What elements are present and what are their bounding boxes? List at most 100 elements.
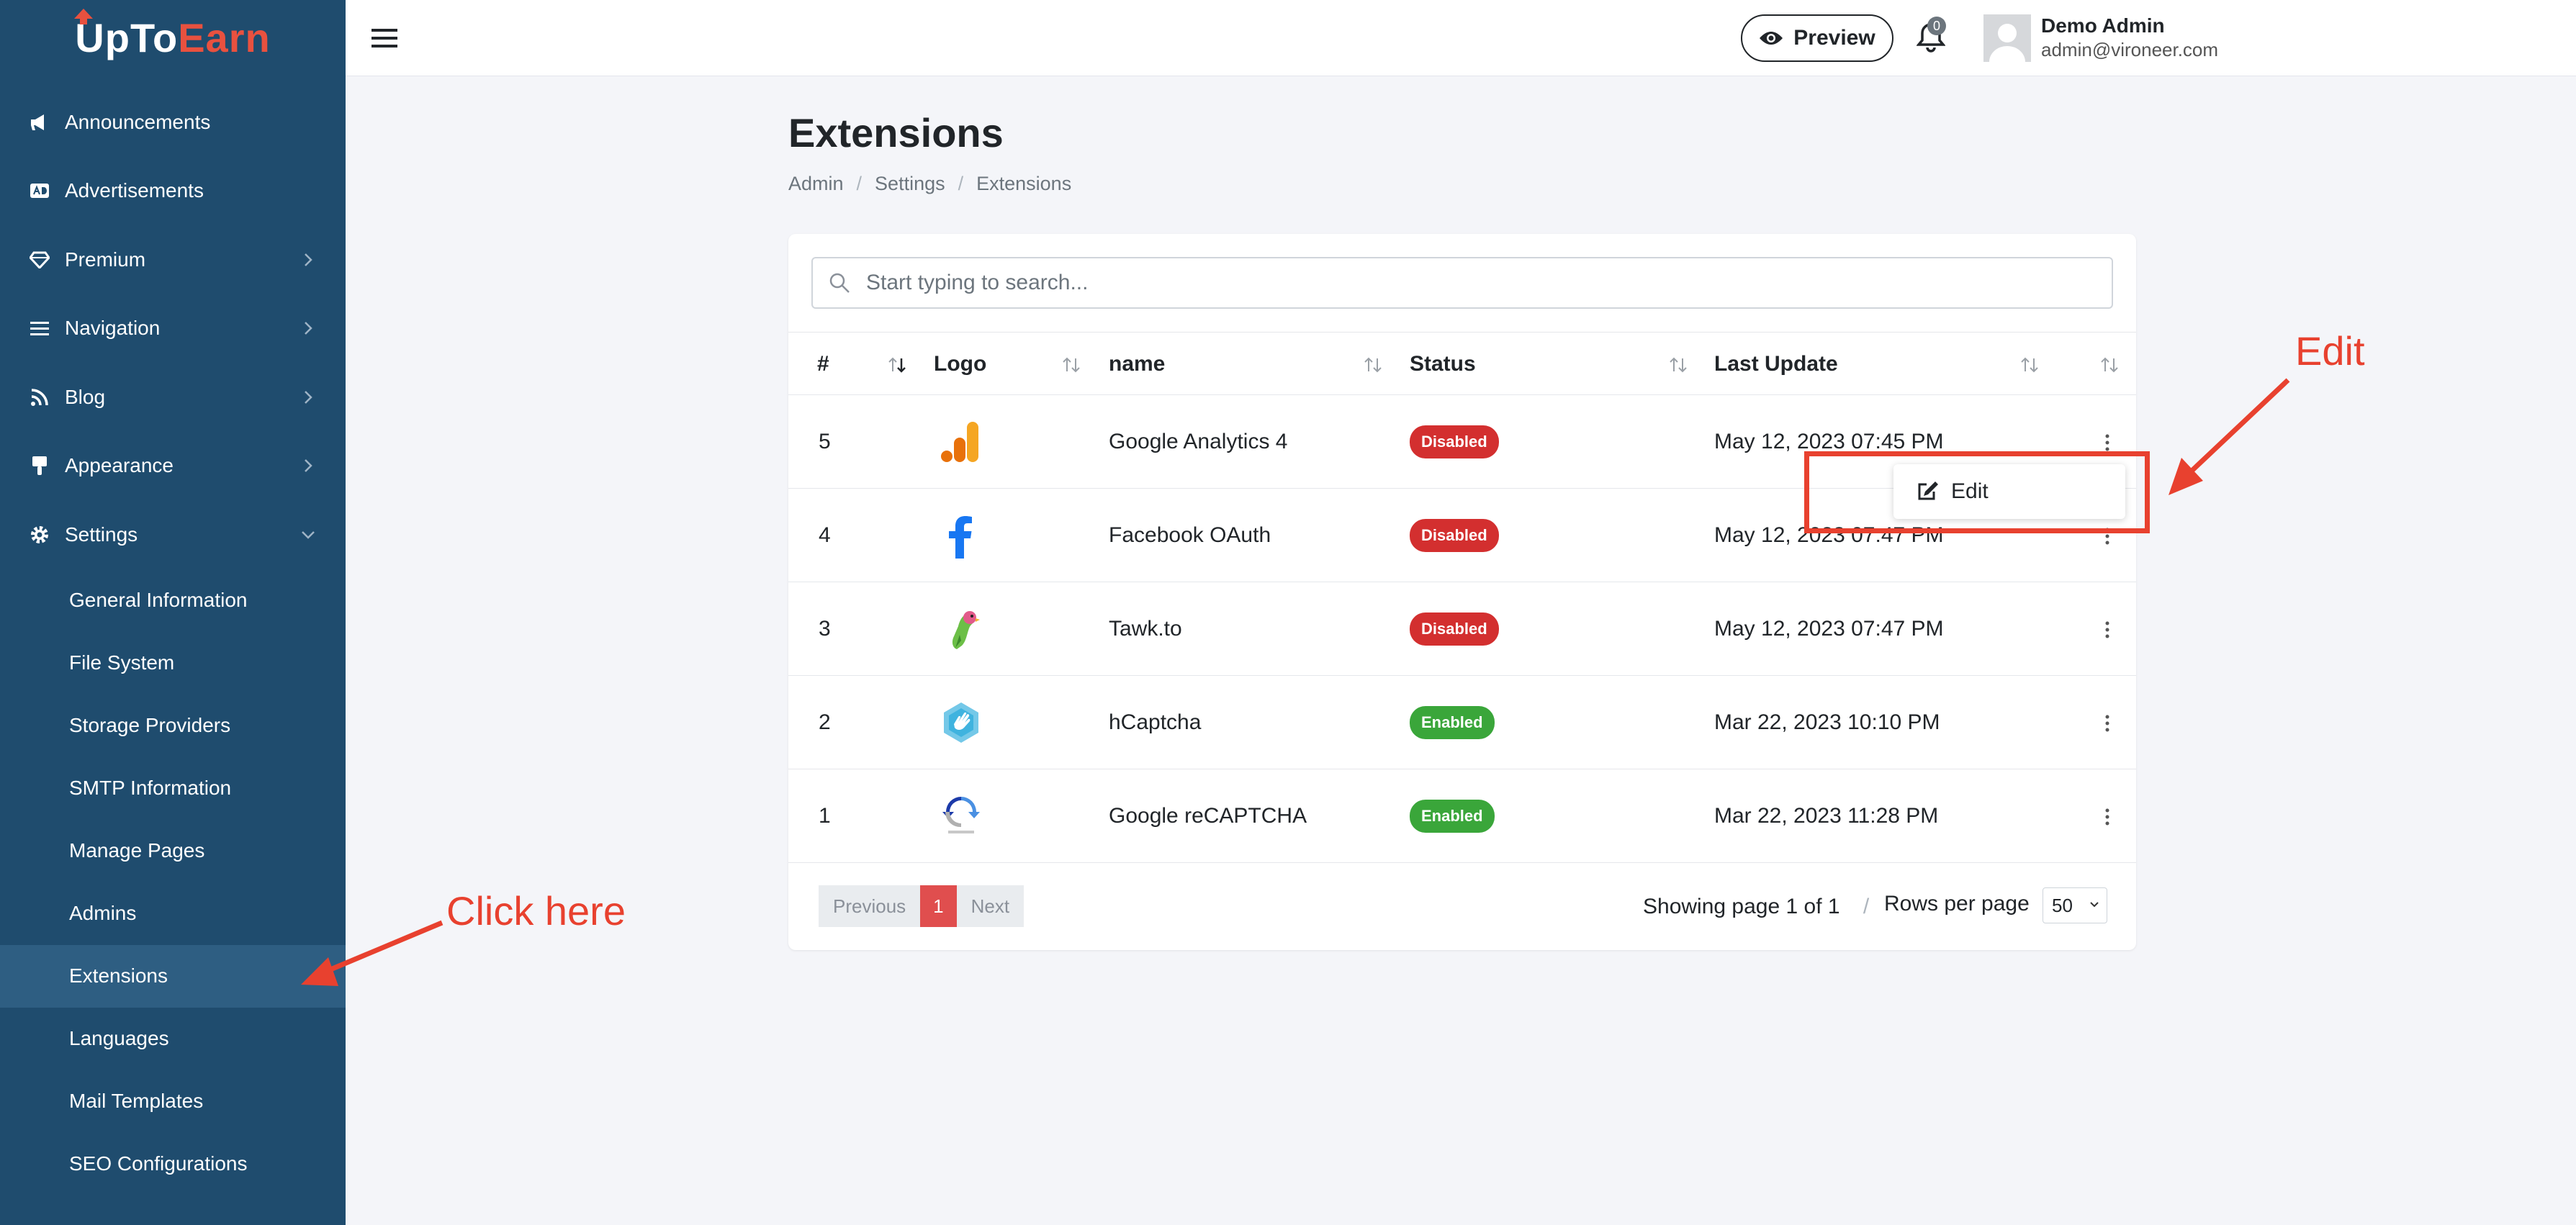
row-last-update: May 12, 2023 07:47 PM <box>1714 617 1944 641</box>
rows-per-page-label: Rows per page <box>1884 892 2030 916</box>
status-cell: Disabled <box>1410 489 1499 582</box>
sidebar-subitem-mail-templates[interactable]: Mail Templates <box>0 1070 346 1133</box>
page-title: Extensions <box>788 110 1004 155</box>
sidebar-subitem-storage-providers[interactable]: Storage Providers <box>0 695 346 757</box>
sidebar-item-navigation[interactable]: Navigation <box>0 294 346 363</box>
recaptcha-logo <box>942 797 980 833</box>
table-row[interactable]: 3 Tawk.to Disabled May 12, 2023 07:47 PM <box>788 582 2136 676</box>
status-cell: Disabled <box>1410 395 1499 489</box>
chevron-down-icon <box>2090 902 2099 908</box>
kebab-menu-icon[interactable] <box>2104 434 2110 451</box>
chevron-right-icon <box>305 322 312 335</box>
sort-icon[interactable] <box>2099 354 2120 376</box>
sidebar-subitem-smtp-information[interactable]: SMTP Information <box>0 757 346 820</box>
pagination: Previous 1 Next <box>819 885 1024 927</box>
avatar[interactable] <box>1983 14 2031 62</box>
sidebar-subitem-general-information[interactable]: General Information <box>0 569 346 632</box>
row-name: Google reCAPTCHA <box>1109 804 1307 828</box>
previous-page-button[interactable]: Previous <box>819 885 921 927</box>
sort-icon[interactable] <box>1060 354 1082 376</box>
sidebar-subitem-label: Languages <box>69 1027 169 1049</box>
arrowhead-edit <box>2169 458 2203 495</box>
kebab-menu-icon[interactable] <box>2104 621 2110 638</box>
column-header-name[interactable]: name <box>1109 333 1165 396</box>
sidebar-item-label: Navigation <box>65 317 161 340</box>
row-id: 5 <box>819 430 831 453</box>
sidebar-item-advertisements[interactable]: Advertisements <box>0 157 346 226</box>
row-name: Tawk.to <box>1109 617 1182 641</box>
notification-count-badge: 0 <box>1927 17 1946 35</box>
preview-button[interactable]: Preview <box>1741 14 1893 62</box>
rows-per-page-value: 50 <box>2052 894 2073 916</box>
sidebar-subitem-file-system[interactable]: File System <box>0 632 346 695</box>
user-email: admin@vironeer.com <box>2041 39 2219 60</box>
list-icon <box>29 317 50 339</box>
edit-highlight-box <box>1804 451 2150 533</box>
breadcrumb-admin[interactable]: Admin <box>788 173 844 195</box>
rows-per-page-select[interactable]: 50 <box>2043 887 2107 923</box>
sort-active-icon[interactable] <box>886 354 908 376</box>
table-row[interactable]: 1 Google reCAPTCHA Enabled Mar 22, 2023 … <box>788 769 2136 863</box>
annotation-edit: Edit <box>2295 328 2365 374</box>
column-header-id[interactable]: # <box>817 333 829 396</box>
next-page-button[interactable]: Next <box>956 885 1024 927</box>
rss-icon <box>29 387 50 408</box>
sidebar-subitem-languages[interactable]: Languages <box>0 1008 346 1070</box>
hamburger-menu-icon[interactable] <box>371 27 397 50</box>
row-name: hCaptcha <box>1109 710 1202 734</box>
sidebar-item-premium[interactable]: Premium <box>0 225 346 294</box>
sidebar-item-settings[interactable]: Settings <box>0 500 346 569</box>
arrow-line-edit <box>2185 378 2290 477</box>
kebab-menu-icon[interactable] <box>2104 715 2110 732</box>
sidebar-subitem-extensions[interactable]: Extensions <box>0 944 346 1008</box>
sidebar-subitem-label: Manage Pages <box>69 839 205 862</box>
sidebar-item-blog[interactable]: Blog <box>0 363 346 432</box>
sidebar-subitem-admins[interactable]: Admins <box>0 882 346 945</box>
diamond-icon <box>29 249 50 271</box>
breadcrumb-separator: / <box>856 173 863 194</box>
row-id: 2 <box>819 710 831 734</box>
sidebar-item-announcements[interactable]: Announcements <box>0 88 346 157</box>
status-cell: Enabled <box>1410 676 1495 769</box>
sidebar-item-label: Blog <box>65 385 106 408</box>
status-badge: Disabled <box>1410 519 1499 552</box>
sidebar-subitem-seo-configurations[interactable]: SEO Configurations <box>0 1133 346 1195</box>
row-id: 1 <box>819 804 831 828</box>
row-last-update: Mar 22, 2023 11:28 PM <box>1714 804 1939 828</box>
brand-logo[interactable]: UpTo Earn <box>0 0 346 76</box>
search-box <box>811 257 2113 309</box>
hcaptcha-logo <box>944 702 978 743</box>
sidebar-item-appearance[interactable]: Appearance <box>0 432 346 501</box>
sort-icon[interactable] <box>1362 354 1384 376</box>
brush-icon <box>29 455 50 476</box>
column-header-logo[interactable]: Logo <box>934 333 986 396</box>
user-name[interactable]: Demo Admin <box>2041 14 2165 37</box>
table-row[interactable]: 2 hCaptcha Enabled Mar 22, 2023 10:10 PM <box>788 676 2136 769</box>
column-header-status[interactable]: Status <box>1410 333 1476 396</box>
sidebar-subitem-label: File System <box>69 651 175 674</box>
sidebar-subitem-manage-pages[interactable]: Manage Pages <box>0 820 346 882</box>
facebook-logo <box>949 516 972 559</box>
breadcrumb-extensions: Extensions <box>976 173 1072 194</box>
brand-part2: Earn <box>178 15 271 60</box>
sidebar-item-label: Announcements <box>65 110 211 133</box>
showing-text: Showing page 1 of 1 <box>1643 895 1840 918</box>
current-page-button[interactable]: 1 <box>920 885 957 927</box>
sort-icon[interactable] <box>2019 354 2040 376</box>
breadcrumb: Admin / Settings / Extensions <box>788 173 1071 195</box>
tawkto-logo <box>952 611 980 649</box>
chevron-right-icon <box>305 253 312 266</box>
pagination-separator: / <box>1863 895 1870 918</box>
sort-icon[interactable] <box>1667 354 1689 376</box>
kebab-menu-icon[interactable] <box>2104 808 2110 826</box>
megaphone-icon <box>29 112 50 133</box>
sidebar: UpTo Earn Announcements Advertisements P… <box>0 0 346 1225</box>
topbar <box>346 0 2576 76</box>
column-header-last-update[interactable]: Last Update <box>1714 333 1838 396</box>
status-cell: Enabled <box>1410 769 1495 863</box>
status-badge: Enabled <box>1410 706 1495 739</box>
search-input[interactable] <box>865 258 2089 307</box>
sidebar-item-label: Appearance <box>65 454 174 477</box>
ad-icon <box>29 180 50 202</box>
breadcrumb-settings[interactable]: Settings <box>875 173 945 195</box>
